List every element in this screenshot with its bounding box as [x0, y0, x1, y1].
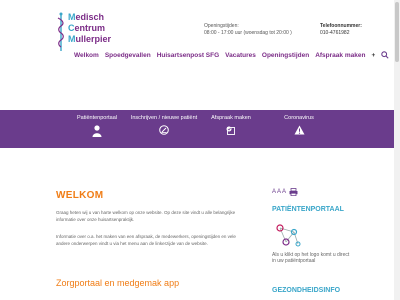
sidebar-health-heading: GEZONDHEIDSINFO	[272, 287, 341, 294]
zorgportaal-heading: Zorgportaal en medgemak app	[56, 278, 180, 288]
signup-icon	[159, 125, 169, 135]
logo-line-1: Medisch	[68, 12, 105, 22]
welcome-heading: WELKOM	[56, 190, 104, 201]
nav-item-afspraak-maken[interactable]: Afspraak maken	[315, 52, 365, 62]
quick-link-afspraak[interactable]: Afspraak maken	[206, 115, 256, 135]
quick-link-patientenportaal[interactable]: Patiëntenportaal	[72, 115, 122, 137]
quick-link-coronavirus[interactable]: Coronavirus	[276, 115, 322, 135]
quick-links-band: Patiëntenportaal Inschrijven / nieuwe pa…	[0, 110, 394, 148]
main-navigation: Welkom Spoedgevallen Huisartsenpost SFG …	[74, 51, 389, 62]
quick-link-inschrijven[interactable]: Inschrijven / nieuwe patiënt	[128, 115, 200, 135]
search-icon[interactable]	[381, 51, 389, 59]
scrollbar-thumb[interactable]	[395, 2, 399, 62]
welcome-paragraph: Graag heten wij u van harte welkom op on…	[56, 210, 236, 222]
sidebar-portal-text: Als u klikt op het logo komt u direct in…	[272, 252, 350, 264]
logo-line-3: Mullerpier	[68, 34, 112, 44]
nav-item-huisartsenpost[interactable]: Huisartsenpost SFG	[157, 52, 219, 62]
site-logo[interactable]: Medisch Centrum Mullerpier	[56, 12, 142, 52]
appointment-icon	[226, 126, 235, 135]
page-tools: A A A	[272, 188, 298, 196]
caduceus-icon	[57, 12, 64, 51]
nav-item-openingstijden[interactable]: Openingstijden	[262, 52, 309, 62]
nav-more-button[interactable]: +	[371, 52, 375, 62]
nav-item-spoedgevallen[interactable]: Spoedgevallen	[105, 52, 151, 62]
logo-line-2: Centrum	[68, 23, 106, 33]
nav-item-vacatures[interactable]: Vacatures	[225, 52, 256, 62]
opening-hours-value: 08:00 - 17:00 uur (woensdag tot 20:00 )	[204, 30, 292, 36]
quick-link-label: Inschrijven / nieuwe patiënt	[130, 115, 198, 121]
sidebar-portal-heading: PATIËNTENPORTAAL	[272, 206, 344, 213]
print-icon[interactable]	[289, 188, 298, 196]
nav-item-welkom[interactable]: Welkom	[74, 52, 99, 62]
patient-portal-logo[interactable]	[272, 220, 302, 250]
phone-label: Telefoonnummer:	[320, 23, 362, 29]
opening-hours-label: Openingstijden:	[204, 23, 239, 29]
quick-link-label: Coronavirus	[284, 115, 314, 121]
font-size-toggle[interactable]: A A A	[272, 189, 286, 195]
quick-link-label: Patiëntenportaal	[76, 115, 118, 121]
warning-icon	[294, 125, 304, 135]
info-paragraph: Informatie over o.a. het maken van een a…	[56, 234, 236, 246]
phone-number[interactable]: 010-4761982	[320, 30, 349, 36]
page-scrollbar[interactable]	[394, 0, 400, 300]
person-icon	[92, 125, 102, 137]
quick-link-label: Afspraak maken	[211, 115, 251, 121]
site-header: Medisch Centrum Mullerpier Openingstijde…	[0, 0, 394, 68]
